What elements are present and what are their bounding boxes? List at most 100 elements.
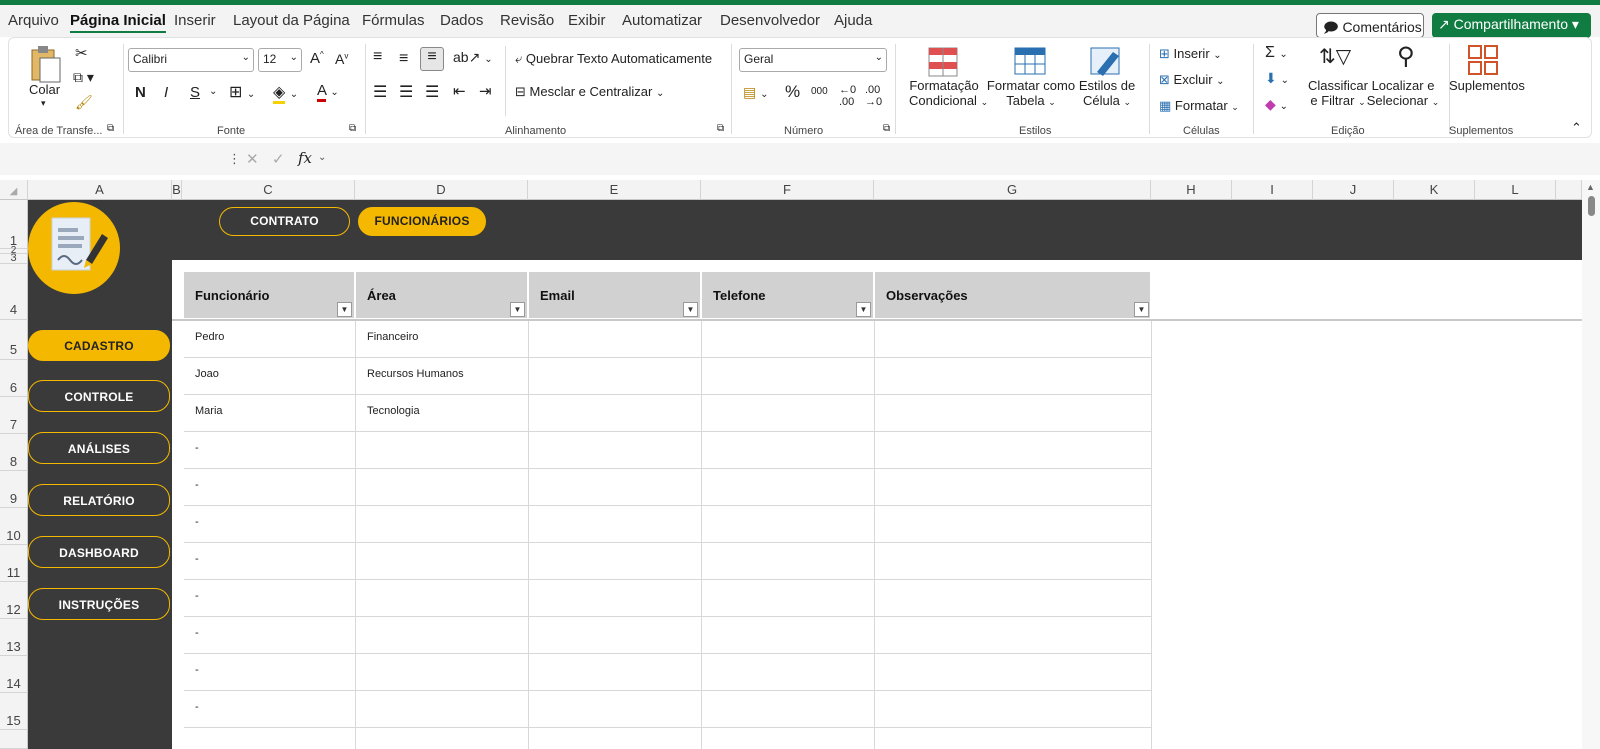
- column-header[interactable]: D: [355, 180, 528, 200]
- table-cell[interactable]: [702, 395, 875, 432]
- align-top-icon[interactable]: ≡: [373, 48, 382, 66]
- percent-icon[interactable]: %: [785, 82, 800, 102]
- filter-dropdown-icon[interactable]: ▼: [683, 302, 698, 317]
- alignment-launcher-icon[interactable]: ⧉: [717, 123, 724, 134]
- table-cell[interactable]: -: [184, 469, 356, 506]
- paste-icon[interactable]: [29, 44, 63, 84]
- column-header[interactable]: E: [528, 180, 701, 200]
- column-header[interactable]: K: [1394, 180, 1475, 200]
- bold-button[interactable]: N: [135, 84, 146, 101]
- copy-icon[interactable]: ⧉ ▾: [73, 69, 94, 86]
- row-header[interactable]: 7: [0, 397, 28, 434]
- row-header[interactable]: 12: [0, 582, 28, 619]
- nav-relatorio-button[interactable]: RELATÓRIO: [28, 484, 170, 516]
- table-cell[interactable]: -: [184, 543, 356, 580]
- comments-button[interactable]: 🗩 Comentários: [1316, 13, 1424, 38]
- row-header[interactable]: 5: [0, 320, 28, 360]
- table-cell[interactable]: [702, 321, 875, 358]
- borders-icon[interactable]: ⊞ ⌄: [229, 82, 255, 102]
- table-cell[interactable]: [875, 654, 1152, 691]
- tab-dados[interactable]: Dados: [440, 12, 483, 29]
- select-all-corner[interactable]: ◢: [0, 180, 28, 200]
- table-cell[interactable]: [529, 580, 702, 617]
- nav-analises-button[interactable]: ANÁLISES: [28, 432, 170, 464]
- tab-layout[interactable]: Layout da Página: [233, 12, 350, 29]
- accounting-format-icon[interactable]: ▤ ⌄: [743, 84, 769, 101]
- align-right-icon[interactable]: ☰: [425, 82, 439, 102]
- table-cell[interactable]: [702, 654, 875, 691]
- table-cell[interactable]: [356, 728, 529, 749]
- table-cell[interactable]: [702, 728, 875, 749]
- nav-contrato-button[interactable]: CONTRATO: [219, 207, 350, 236]
- column-header[interactable]: A: [28, 180, 172, 200]
- table-cell[interactable]: [702, 580, 875, 617]
- format-table-icon[interactable]: [1013, 46, 1047, 78]
- table-cell[interactable]: Financeiro: [356, 321, 529, 358]
- tab-pagina-inicial[interactable]: Página Inicial: [70, 12, 166, 33]
- increase-indent-icon[interactable]: ⇥: [479, 82, 492, 100]
- nav-funcionarios-button[interactable]: FUNCIONÁRIOS: [358, 207, 486, 236]
- decrease-decimal-icon[interactable]: .00 →0: [865, 84, 882, 108]
- row-header[interactable]: 14: [0, 656, 28, 693]
- format-table-button[interactable]: Formatar como Tabela ⌄: [985, 78, 1077, 108]
- table-cell[interactable]: [702, 617, 875, 654]
- table-cell[interactable]: [529, 543, 702, 580]
- table-cell[interactable]: [356, 506, 529, 543]
- table-cell[interactable]: [356, 691, 529, 728]
- cell-styles-icon[interactable]: [1089, 46, 1123, 78]
- table-cell[interactable]: [356, 580, 529, 617]
- table-cell[interactable]: [875, 543, 1152, 580]
- sort-filter-button[interactable]: Classificar e Filtrar ⌄: [1307, 78, 1369, 108]
- row-header[interactable]: 4: [0, 264, 28, 320]
- column-header[interactable]: I: [1232, 180, 1313, 200]
- table-cell[interactable]: -: [184, 506, 356, 543]
- format-painter-icon[interactable]: 🖌: [75, 94, 93, 111]
- filter-dropdown-icon[interactable]: ▼: [856, 302, 871, 317]
- filter-dropdown-icon[interactable]: ▼: [337, 302, 352, 317]
- table-cell[interactable]: [529, 469, 702, 506]
- row-header[interactable]: 13: [0, 619, 28, 656]
- vertical-scrollbar[interactable]: ▲: [1582, 180, 1600, 749]
- row-header[interactable]: 9: [0, 471, 28, 508]
- font-family-select[interactable]: Calibri ⌄: [128, 48, 254, 72]
- increase-decimal-icon[interactable]: ←0.00: [839, 84, 856, 108]
- merge-center-button[interactable]: ⊟ Mesclar e Centralizar ⌄: [515, 84, 664, 100]
- table-cell[interactable]: [875, 358, 1152, 395]
- table-cell[interactable]: [875, 728, 1152, 749]
- underline-button[interactable]: S: [190, 84, 200, 101]
- addins-button[interactable]: Suplementos: [1449, 78, 1525, 93]
- table-cell[interactable]: [529, 321, 702, 358]
- table-cell[interactable]: [702, 358, 875, 395]
- row-header[interactable]: 10: [0, 508, 28, 545]
- align-center-icon[interactable]: ☰: [399, 82, 413, 102]
- table-cell[interactable]: [184, 728, 356, 749]
- decrease-indent-icon[interactable]: ⇤: [453, 82, 466, 100]
- column-header[interactable]: H: [1151, 180, 1232, 200]
- format-cells-button[interactable]: ▦ Formatar ⌄: [1159, 98, 1239, 114]
- column-header[interactable]: G: [874, 180, 1151, 200]
- scroll-thumb[interactable]: [1588, 196, 1595, 216]
- nav-instrucoes-button[interactable]: INSTRUÇÕES: [28, 588, 170, 620]
- table-cell[interactable]: [875, 691, 1152, 728]
- table-cell[interactable]: [702, 469, 875, 506]
- column-header[interactable]: F: [701, 180, 874, 200]
- find-select-button[interactable]: Localizar e Selecionar ⌄: [1363, 78, 1443, 108]
- tab-inserir[interactable]: Inserir: [174, 12, 216, 29]
- cut-icon[interactable]: ✂: [75, 44, 88, 62]
- italic-button[interactable]: I: [164, 84, 168, 101]
- insert-cells-button[interactable]: ⊞ Inserir ⌄: [1159, 46, 1222, 62]
- nav-dashboard-button[interactable]: DASHBOARD: [28, 536, 170, 568]
- tab-automatizar[interactable]: Automatizar: [622, 12, 702, 29]
- delete-cells-button[interactable]: ⊠ Excluir ⌄: [1159, 72, 1225, 88]
- tab-arquivo[interactable]: Arquivo: [8, 12, 59, 29]
- tab-revisao[interactable]: Revisão: [500, 12, 554, 29]
- row-header[interactable]: 1: [0, 200, 28, 249]
- table-cell[interactable]: [875, 321, 1152, 358]
- share-button[interactable]: ↗ Compartilhamento ▾: [1432, 13, 1591, 38]
- font-size-select[interactable]: 12 ⌄: [258, 48, 302, 72]
- more-options-icon[interactable]: ⋮: [228, 151, 241, 167]
- number-launcher-icon[interactable]: ⧉: [883, 123, 890, 134]
- table-cell[interactable]: [875, 506, 1152, 543]
- number-format-select[interactable]: Geral ⌄: [739, 48, 887, 72]
- table-cell[interactable]: [702, 691, 875, 728]
